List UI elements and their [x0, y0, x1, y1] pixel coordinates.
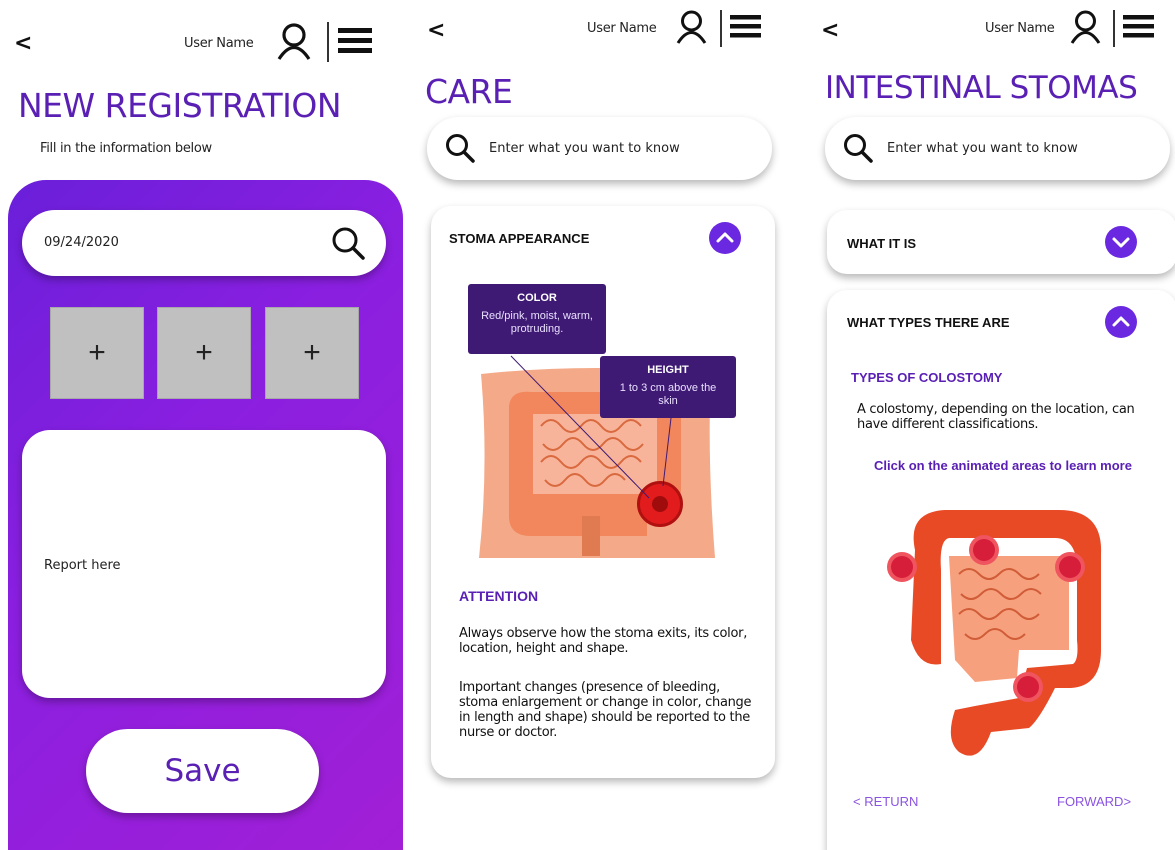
- add-photo-button-3[interactable]: +: [265, 307, 359, 399]
- attention-paragraph-2: Important changes (presence of bleeding,…: [459, 680, 752, 740]
- hotspot-descending[interactable]: [1055, 552, 1085, 582]
- chevron-up-icon[interactable]: [1105, 306, 1137, 338]
- search-placeholder: Enter what you want to know: [887, 141, 1078, 156]
- stoma-appearance-card: STOMA APPEARANCE COLOR Red/pink, moist, …: [431, 206, 775, 778]
- intestinal-stomas-screen: < User Name INTESTINAL STOMAS Enter what…: [793, 0, 1175, 850]
- accordion-types: WHAT TYPES THERE ARE TYPES OF COLOSTOMY …: [827, 290, 1175, 850]
- report-textarea[interactable]: Report here: [22, 430, 386, 698]
- save-button-label: Save: [164, 753, 241, 789]
- accordion-title: WHAT IT IS: [847, 236, 917, 251]
- header-divider: [327, 22, 329, 62]
- forward-link[interactable]: FORWARD>: [1057, 794, 1131, 809]
- hotspot-transverse[interactable]: [969, 535, 999, 565]
- tooltip-title: COLOR: [517, 292, 557, 304]
- accordion-what-it-is[interactable]: WHAT IT IS: [827, 210, 1175, 274]
- hamburger-menu-icon[interactable]: [338, 26, 372, 56]
- care-screen: < User Name CARE Enter what you want to …: [403, 0, 793, 850]
- user-icon[interactable]: [276, 22, 312, 60]
- back-button[interactable]: <: [427, 18, 445, 43]
- add-photo-button-1[interactable]: +: [50, 307, 144, 399]
- section-title: STOMA APPEARANCE: [449, 231, 590, 246]
- header-divider: [720, 10, 722, 47]
- new-registration-screen: < User Name NEW REGISTRATION Fill in the…: [0, 0, 403, 850]
- user-icon[interactable]: [675, 10, 708, 44]
- attention-title: ATTENTION: [459, 588, 539, 604]
- hamburger-menu-icon[interactable]: [730, 13, 761, 41]
- page-subtitle: Fill in the information below: [40, 141, 212, 156]
- search-placeholder: Enter what you want to know: [489, 141, 680, 156]
- types-subtitle: TYPES OF COLOSTOMY: [851, 370, 1003, 385]
- stoma-marker[interactable]: [637, 481, 683, 527]
- date-value: 09/24/2020: [44, 235, 119, 250]
- back-button[interactable]: <: [14, 31, 32, 56]
- search-icon: [843, 133, 873, 163]
- user-name-label: User Name: [587, 21, 657, 36]
- learn-more-prompt: Click on the animated areas to learn mor…: [874, 458, 1132, 473]
- height-tooltip: HEIGHT 1 to 3 cm above the skin: [600, 356, 736, 418]
- attention-paragraph-1: Always observe how the stoma exits, its …: [459, 626, 748, 656]
- hotspot-sigmoid[interactable]: [1013, 672, 1043, 702]
- save-button[interactable]: Save: [86, 729, 319, 813]
- tooltip-text: 1 to 3 cm above the skin: [619, 382, 717, 407]
- colon-illustration: [879, 500, 1129, 765]
- search-icon: [445, 133, 475, 163]
- chevron-down-icon[interactable]: [1105, 226, 1137, 258]
- search-bar[interactable]: Enter what you want to know: [825, 117, 1170, 180]
- chevron-up-icon[interactable]: [709, 222, 741, 254]
- page-title: CARE: [425, 72, 513, 111]
- tooltip-title: HEIGHT: [647, 364, 689, 376]
- search-icon[interactable]: [331, 226, 365, 260]
- back-button[interactable]: <: [821, 18, 839, 43]
- accordion-title: WHAT TYPES THERE ARE: [847, 315, 1010, 330]
- color-tooltip: COLOR Red/pink, moist, warm, protruding.: [468, 284, 606, 354]
- tooltip-text: Red/pink, moist, warm, protruding.: [481, 310, 593, 335]
- return-link[interactable]: < RETURN: [853, 794, 918, 809]
- hotspot-ascending[interactable]: [887, 552, 917, 582]
- hamburger-menu-icon[interactable]: [1123, 13, 1154, 41]
- user-name-label: User Name: [184, 36, 254, 51]
- header-divider: [1113, 10, 1115, 47]
- page-title: NEW REGISTRATION: [18, 86, 342, 125]
- date-field[interactable]: 09/24/2020: [22, 210, 386, 276]
- search-bar[interactable]: Enter what you want to know: [427, 117, 772, 180]
- user-name-label: User Name: [985, 21, 1055, 36]
- user-icon[interactable]: [1069, 10, 1102, 44]
- types-description: A colostomy, depending on the location, …: [857, 402, 1135, 432]
- report-placeholder: Report here: [44, 558, 121, 573]
- page-title: INTESTINAL STOMAS: [825, 70, 1138, 106]
- add-photo-button-2[interactable]: +: [157, 307, 251, 399]
